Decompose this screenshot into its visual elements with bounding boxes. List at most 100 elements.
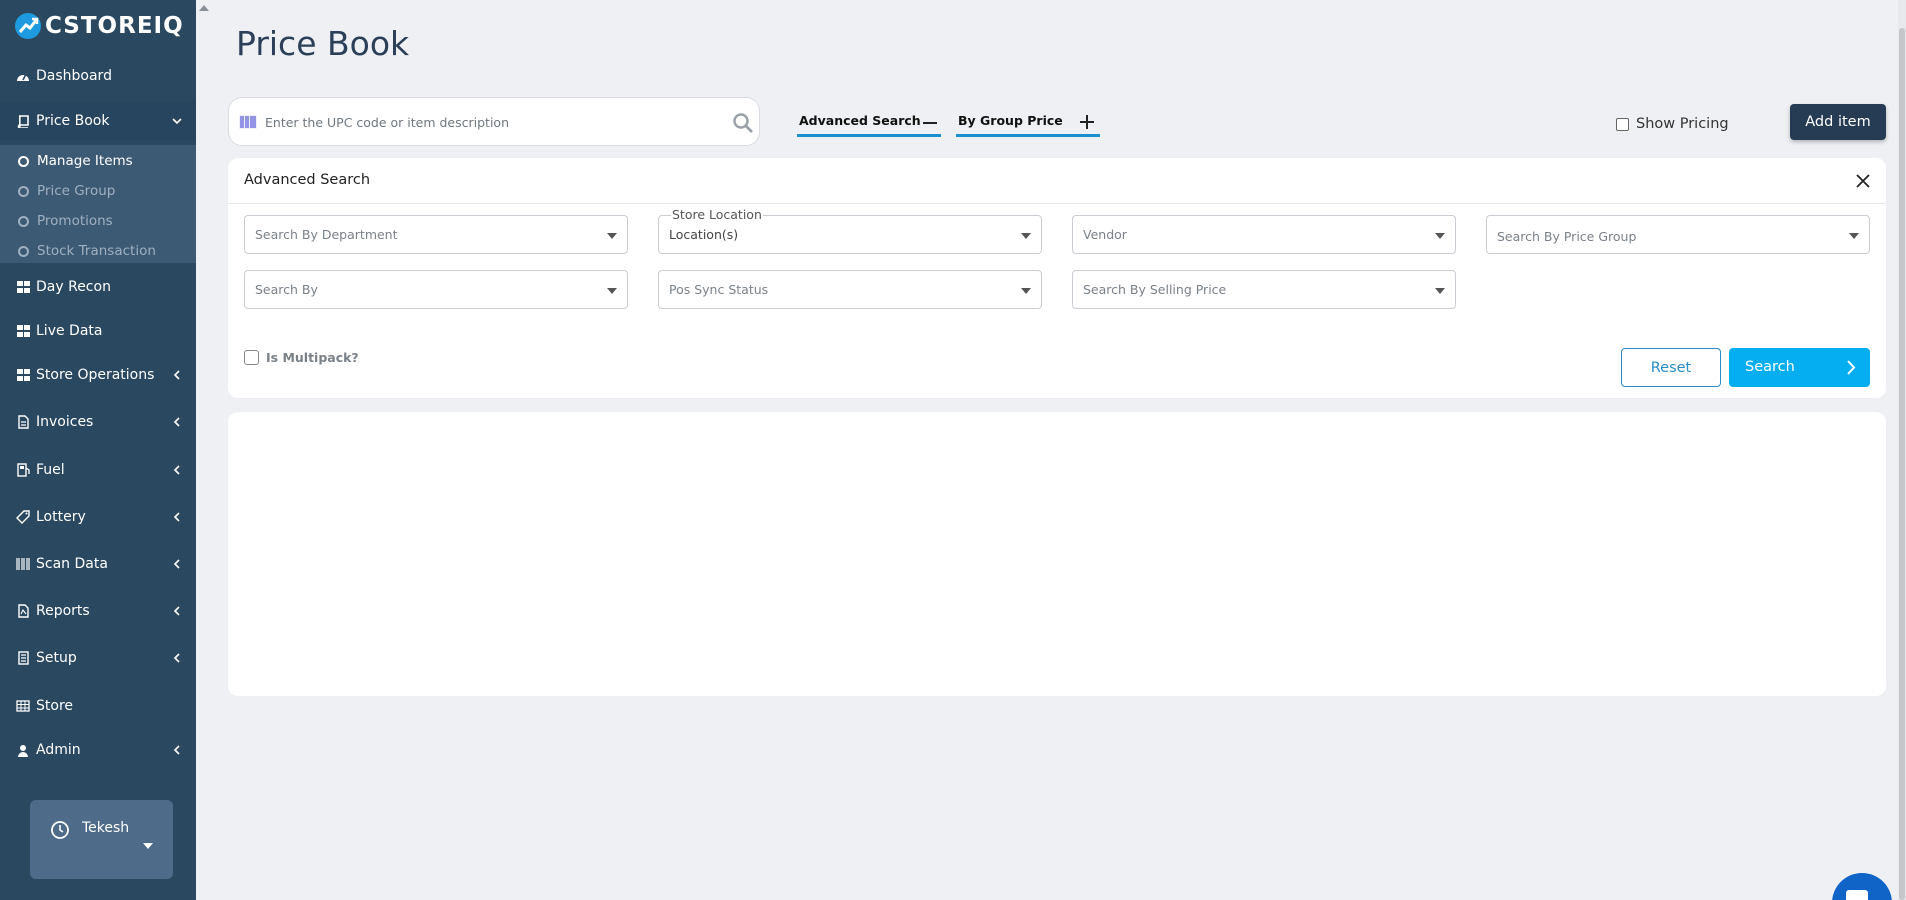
search-by-dropdown[interactable]: Search By [244, 270, 628, 309]
sidebar-item-admin[interactable]: Admin [0, 731, 196, 769]
sidebar-item-scan-data[interactable]: Scan Data [0, 545, 196, 583]
sidebar-item-label: Setup [36, 650, 77, 666]
book-icon [16, 114, 30, 128]
sidebar-item-price-book[interactable]: Price Book [0, 102, 196, 140]
department-dropdown[interactable]: Search By Department [244, 215, 628, 254]
minus-icon [923, 122, 937, 124]
sidebar-subitem-price-group[interactable]: Price Group [0, 177, 196, 205]
price-group-dropdown[interactable]: Search By Price Group [1486, 215, 1870, 254]
grid-icon [16, 368, 30, 382]
show-pricing-toggle[interactable]: Show Pricing [1616, 116, 1729, 132]
scrollbar-thumb[interactable] [1899, 28, 1905, 900]
sidebar-subitem-stock-transaction[interactable]: Stock Transaction [0, 237, 196, 265]
sidebar-item-dashboard[interactable]: Dashboard [0, 57, 196, 95]
sidebar-item-label: Fuel [36, 462, 65, 478]
barcode-icon [239, 115, 257, 129]
user-icon [16, 743, 30, 757]
chevron-left-icon [173, 745, 180, 755]
user-name: Tekesh [82, 820, 130, 836]
price-book-submenu: Manage Items Price Group Promotions Stoc… [0, 145, 196, 263]
sidebar-item-day-recon[interactable]: Day Recon [0, 268, 196, 306]
table-icon [16, 699, 30, 713]
advanced-search-panel: Advanced Search Search By Department Sto… [228, 158, 1886, 398]
vendor-dropdown[interactable]: Vendor [1072, 215, 1456, 254]
tab-by-group-price[interactable]: By Group Price [956, 110, 1100, 137]
sidebar-item-setup[interactable]: Setup [0, 639, 196, 677]
chevron-right-icon [1847, 360, 1856, 375]
sidebar-subitem-label: Promotions [37, 213, 113, 229]
caret-down-icon [1849, 233, 1859, 239]
circle-icon [18, 185, 29, 197]
chevron-left-icon [173, 417, 180, 427]
sidebar-item-label: Dashboard [36, 68, 112, 84]
multipack-label: Is Multipack? [266, 350, 359, 365]
pdf-icon [16, 604, 30, 618]
circle-icon [18, 245, 29, 257]
barcode-icon [16, 557, 30, 571]
chat-launcher-button[interactable] [1832, 873, 1892, 900]
item-search-box[interactable] [228, 97, 760, 146]
page-scrollbar[interactable] [1898, 0, 1906, 900]
grid-icon [16, 324, 30, 338]
sidebar-item-store-operations[interactable]: Store Operations [0, 356, 196, 394]
sidebar-item-lottery[interactable]: Lottery [0, 498, 196, 536]
chevron-left-icon [173, 606, 180, 616]
store-location-dropdown[interactable]: Store Location Location(s) [658, 207, 1042, 254]
chevron-left-icon [173, 653, 180, 663]
sidebar-subitem-label: Stock Transaction [37, 243, 156, 259]
chevron-left-icon [173, 465, 180, 475]
sidebar-item-store[interactable]: Store [0, 687, 196, 725]
sidebar-item-fuel[interactable]: Fuel [0, 451, 196, 489]
sidebar-subitem-label: Price Group [37, 183, 116, 199]
logo-mark-icon [15, 13, 41, 39]
building-icon [16, 651, 30, 665]
sidebar-item-label: Invoices [36, 414, 94, 430]
reset-button[interactable]: Reset [1621, 348, 1721, 387]
tab-label: Advanced Search [799, 113, 921, 128]
grid-icon [16, 280, 30, 294]
scroll-up-icon[interactable] [199, 5, 209, 11]
multipack-checkbox[interactable] [244, 350, 259, 365]
sidebar-item-invoices[interactable]: Invoices [0, 403, 196, 441]
caret-down-icon [143, 843, 153, 849]
sidebar-subitem-label: Manage Items [37, 153, 133, 169]
search-icon[interactable] [732, 112, 754, 134]
sidebar-item-label: Day Recon [36, 279, 111, 295]
sidebar-subitem-manage-items[interactable]: Manage Items [0, 147, 196, 175]
caret-down-icon [1021, 288, 1031, 294]
add-item-button[interactable]: Add item [1790, 104, 1886, 140]
dropdown-placeholder: Vendor [1083, 227, 1127, 242]
dashboard-icon [16, 69, 30, 83]
selling-price-dropdown[interactable]: Search By Selling Price [1072, 270, 1456, 309]
store-location-legend: Store Location [671, 207, 763, 222]
panel-title: Advanced Search [244, 172, 371, 188]
brand-logo[interactable]: CSTOREIQ [14, 10, 184, 42]
close-icon[interactable] [1854, 172, 1872, 190]
sidebar-item-label: Store Operations [36, 367, 155, 383]
search-button[interactable]: Search [1729, 348, 1870, 387]
sidebar-item-live-data[interactable]: Live Data [0, 312, 196, 350]
panel-divider [228, 203, 1886, 204]
dropdown-placeholder: Search By [255, 282, 318, 297]
clock-history-icon [51, 821, 69, 839]
sidebar-item-reports[interactable]: Reports [0, 592, 196, 630]
show-pricing-checkbox[interactable] [1616, 117, 1629, 131]
caret-down-icon [1435, 233, 1445, 239]
search-label: Search [1745, 359, 1795, 375]
results-panel [228, 412, 1886, 696]
chevron-left-icon [173, 559, 180, 569]
plus-icon [1080, 115, 1094, 129]
user-menu[interactable]: Tekesh [30, 800, 173, 879]
multipack-toggle[interactable]: Is Multipack? [244, 350, 359, 365]
search-input[interactable] [265, 110, 715, 134]
reset-label: Reset [1650, 359, 1692, 376]
pos-sync-status-dropdown[interactable]: Pos Sync Status [658, 270, 1042, 309]
tab-label: By Group Price [958, 113, 1063, 128]
dropdown-placeholder: Search By Price Group [1497, 229, 1637, 244]
sidebar-item-label: Store [36, 698, 74, 714]
chat-icon [1846, 890, 1868, 900]
file-icon [16, 415, 30, 429]
sidebar-subitem-promotions[interactable]: Promotions [0, 207, 196, 235]
tab-advanced-search[interactable]: Advanced Search [797, 110, 941, 137]
chevron-down-icon [172, 118, 182, 125]
